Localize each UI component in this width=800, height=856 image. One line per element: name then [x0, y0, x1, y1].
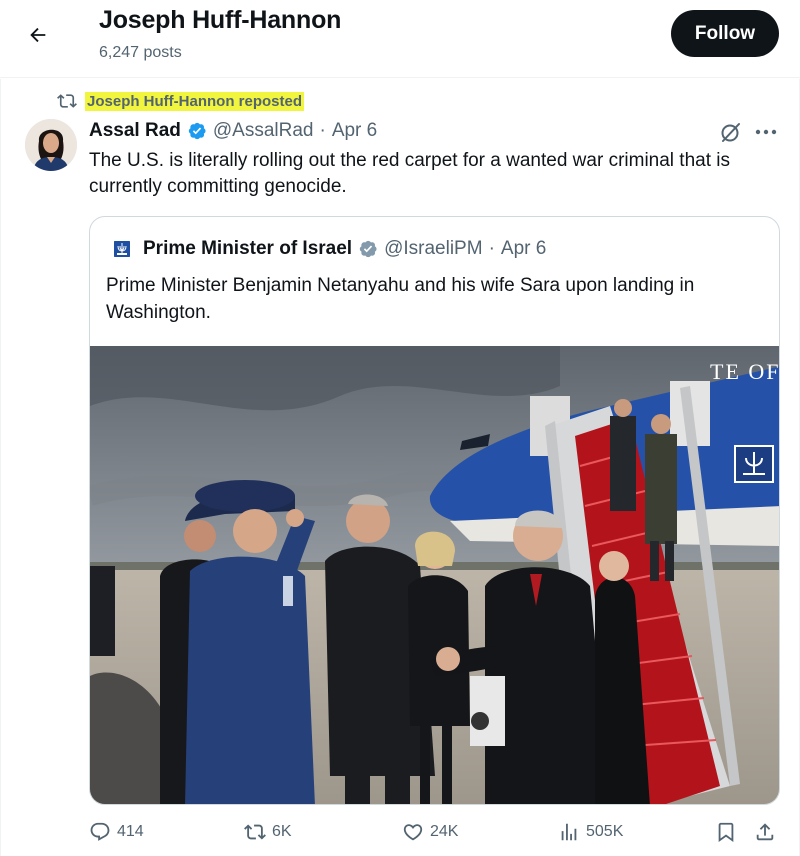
repost-count: 6K — [272, 823, 292, 840]
bookmark-button[interactable] — [715, 820, 737, 844]
tweet-text: The U.S. is literally rolling out the re… — [89, 150, 730, 197]
author-handle[interactable]: @AssalRad — [213, 120, 314, 142]
arrow-left-icon — [30, 27, 46, 43]
bookmark-icon — [718, 822, 734, 843]
grok-button[interactable] — [719, 120, 743, 144]
verified-badge-icon — [188, 122, 206, 140]
more-horizontal-icon — [755, 129, 777, 135]
quoted-tweet-card[interactable]: Prime Minister of Israel @IsraeliPM · Ap… — [89, 216, 780, 805]
like-count: 24K — [430, 823, 459, 840]
repost-button[interactable]: 6K — [244, 820, 292, 844]
heart-icon — [403, 824, 423, 841]
quoted-author-handle[interactable]: @IsraeliPM — [384, 238, 482, 260]
reply-button[interactable]: 414 — [89, 820, 144, 844]
posts-count: 6,247 posts — [99, 44, 182, 61]
quoted-tweet-text: Prime Minister Benjamin Netanyahu and hi… — [106, 275, 695, 323]
views-count: 505K — [586, 823, 624, 840]
like-button[interactable]: 24K — [402, 820, 458, 844]
verified-badge-icon — [359, 240, 377, 258]
repost-label: Joseph Huff-Hannon reposted — [85, 91, 305, 111]
share-icon — [756, 823, 774, 841]
quoted-author-avatar[interactable] — [111, 238, 133, 260]
views-button[interactable]: 505K — [558, 820, 623, 844]
reply-count: 414 — [117, 823, 144, 840]
quoted-tweet-date[interactable]: Apr 6 — [501, 238, 546, 260]
views-icon — [561, 823, 577, 841]
repost-icon — [57, 94, 77, 108]
quoted-author-row: Prime Minister of Israel @IsraeliPM · Ap… — [143, 237, 546, 261]
tweet-action-bar: 414 6K 24K 505K — [0, 812, 800, 852]
more-button[interactable] — [754, 122, 778, 142]
profile-header: Joseph Huff-Hannon 6,247 posts Follow — [0, 0, 800, 78]
author-name[interactable]: Assal Rad — [89, 120, 181, 142]
tweet-author-row: Assal Rad @AssalRad · Apr 6 — [89, 119, 377, 143]
back-button[interactable] — [20, 17, 56, 53]
tweet-date[interactable]: Apr 6 — [332, 120, 377, 142]
follow-button[interactable]: Follow — [671, 10, 779, 57]
grok-icon — [721, 123, 740, 142]
reply-icon — [90, 822, 110, 841]
share-button[interactable] — [754, 820, 776, 844]
quoted-author-name[interactable]: Prime Minister of Israel — [143, 238, 352, 260]
repost-indicator[interactable]: Joseph Huff-Hannon reposted — [57, 90, 305, 112]
separator-dot: · — [488, 238, 495, 259]
author-avatar[interactable] — [25, 119, 77, 171]
repost-icon — [244, 824, 266, 840]
plane-lettering: TE OF — [710, 359, 780, 384]
quoted-tweet-photo[interactable]: TE OF — [90, 346, 780, 804]
profile-name: Joseph Huff-Hannon — [99, 6, 342, 34]
separator-dot: · — [319, 120, 326, 141]
